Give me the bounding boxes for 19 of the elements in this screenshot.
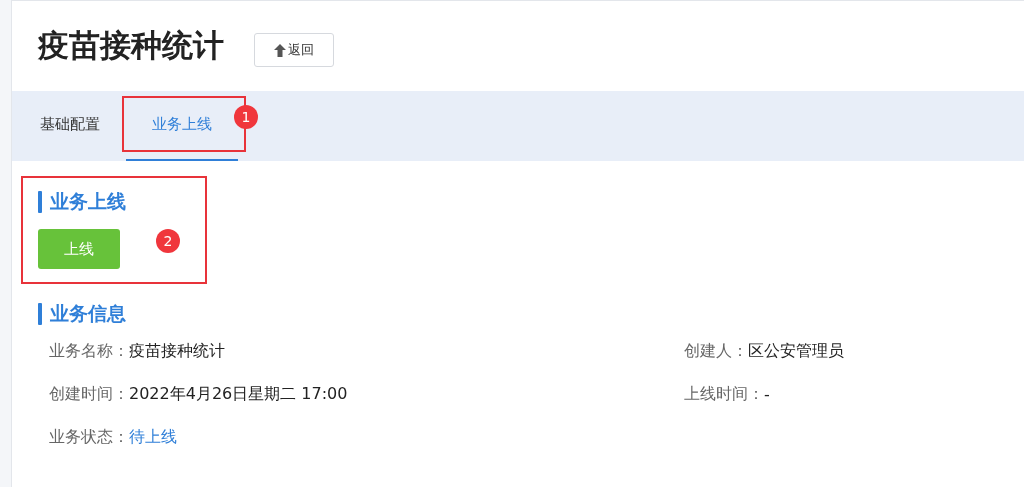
step-badge: 2 [156, 229, 180, 253]
field-label: 业务名称： [49, 341, 129, 362]
field-value: 待上线 [129, 427, 177, 448]
field-value: - [764, 385, 770, 404]
tab[interactable]: 业务上线 [128, 98, 236, 150]
field-label: 创建人： [684, 341, 748, 362]
field-value: 疫苗接种统计 [129, 341, 225, 362]
back-button[interactable]: 返回 [254, 33, 334, 67]
field-label: 创建时间： [49, 384, 129, 405]
tab[interactable]: 基础配置 [40, 98, 100, 150]
page-title: 疫苗接种统计 [38, 26, 224, 65]
field-value: 2022年4月26日星期二 17:00 [129, 384, 348, 405]
field-label: 上线时间： [684, 384, 764, 405]
field-label: 业务状态： [49, 427, 129, 448]
section-heading: 业务信息 [38, 301, 998, 327]
up-arrow-icon [274, 43, 286, 57]
section-heading: 业务上线 [38, 189, 188, 215]
step-badge: 1 [234, 105, 258, 129]
field-value: 区公安管理员 [748, 341, 844, 362]
